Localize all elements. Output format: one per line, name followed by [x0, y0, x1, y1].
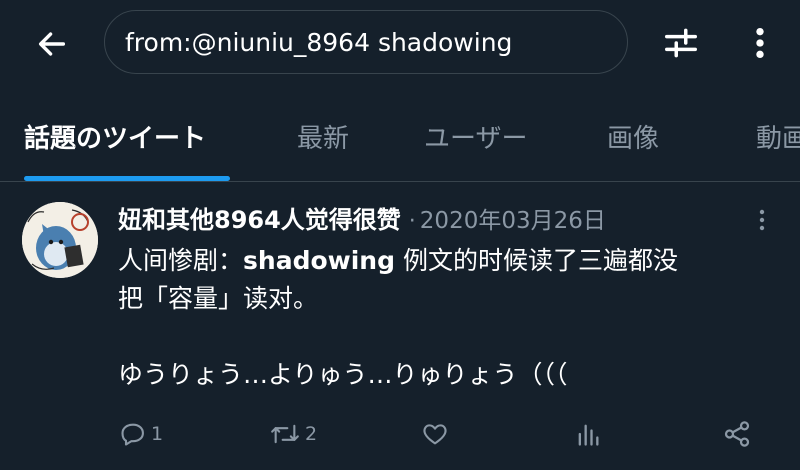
analytics-button[interactable]	[574, 414, 602, 454]
tweet-text-line: ゆうりょう…よりゅう…りゅりょう（（（	[118, 360, 568, 389]
search-input[interactable]	[125, 11, 605, 73]
tab-latest[interactable]: 最新	[297, 118, 349, 155]
tweet-text: 人间惨剧：shadowing 例文的时候读了三遍都没 把「容量」读对。 ゆうりょ…	[118, 242, 768, 394]
share-button[interactable]	[722, 414, 752, 454]
like-button[interactable]	[420, 414, 450, 454]
tweet-text-line: 人间惨剧：shadowing 例文的时候读了三遍都没	[118, 242, 768, 280]
top-bar	[0, 0, 800, 90]
retweet-icon	[271, 424, 299, 444]
separator-dot: ·	[408, 209, 416, 234]
tweet-header: 妞和其他8964人觉得很赞 · 2020年03月26日	[118, 200, 606, 236]
analytics-icon	[578, 424, 599, 446]
tab-images[interactable]: 画像	[607, 118, 659, 155]
tweet-text-highlight: shadowing	[243, 246, 395, 275]
reply-button[interactable]: 1	[118, 414, 163, 454]
tweet-more-button[interactable]	[748, 204, 776, 236]
back-arrow-icon	[38, 32, 66, 56]
filter-icon	[665, 28, 697, 58]
avatar-image	[22, 202, 98, 278]
more-vertical-icon	[759, 209, 765, 231]
tweet-text-line: 把「容量」读对。	[118, 284, 319, 313]
reply-icon	[121, 423, 144, 446]
tweet-author[interactable]: 妞和其他8964人觉得很赞	[118, 200, 401, 235]
tab-top-tweets[interactable]: 話題のツイート	[24, 118, 206, 155]
tab-users[interactable]: ユーザー	[424, 118, 527, 155]
tweet[interactable]: 妞和其他8964人觉得很赞 · 2020年03月26日 人间惨剧：shadowi…	[0, 182, 800, 470]
more-options-button[interactable]	[740, 20, 780, 66]
more-vertical-icon	[756, 27, 764, 59]
reply-count: 1	[151, 423, 164, 445]
share-icon	[724, 421, 750, 447]
back-button[interactable]	[30, 22, 74, 66]
tweet-text-segment: 例文的时候读了三遍都没	[395, 246, 678, 275]
retweet-button[interactable]: 2	[268, 414, 317, 454]
avatar[interactable]	[22, 202, 98, 278]
tweet-date[interactable]: 2020年03月26日	[420, 201, 606, 235]
filter-button[interactable]	[656, 20, 706, 66]
tab-videos[interactable]: 動画	[756, 118, 800, 155]
search-box[interactable]	[104, 10, 628, 74]
tweet-actions: 1 2	[0, 414, 800, 454]
tweet-text-segment: 人间惨剧：	[118, 246, 244, 275]
search-tabs: 話題のツイート 最新 ユーザー 画像 動画	[0, 96, 800, 182]
like-icon	[423, 424, 447, 445]
retweet-count: 2	[305, 423, 318, 445]
